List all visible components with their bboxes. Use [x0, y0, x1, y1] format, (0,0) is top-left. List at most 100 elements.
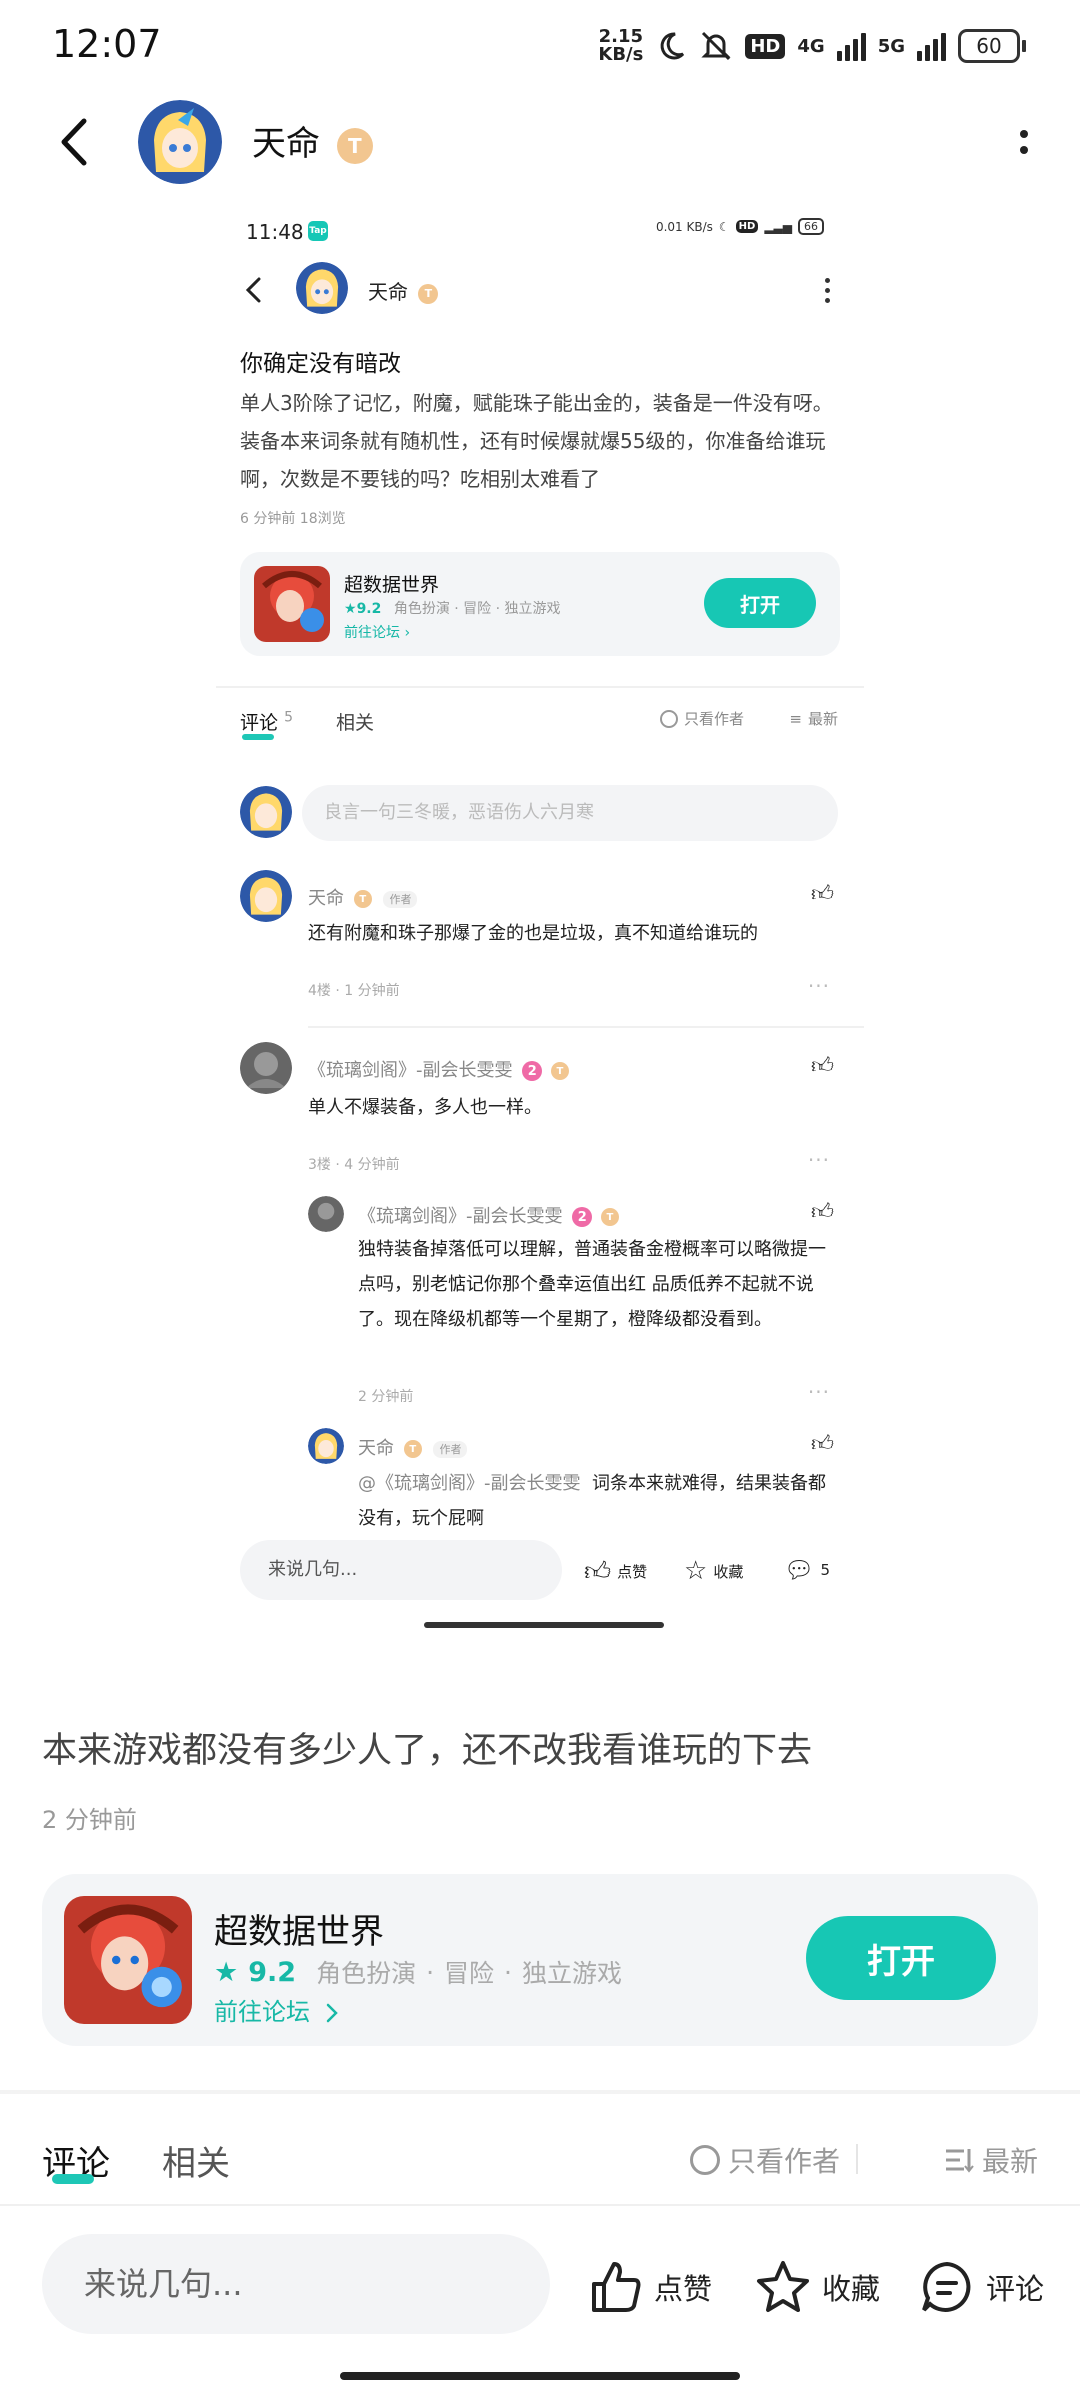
shot-user-badge-icon: T — [403, 1440, 422, 1458]
shot-back-icon — [244, 276, 264, 308]
shot-bottom-bar: 来说几句... 👍︎ 点赞 ☆ 收藏 💬︎ 5 — [216, 1528, 864, 1640]
shot-home-indicator — [424, 1622, 664, 1628]
top-header: 天命 T — [0, 92, 1080, 192]
sort-icon — [945, 2149, 974, 2173]
shot-reply-more-icon: ··· — [807, 1380, 830, 1404]
network-5g-label: 5G — [877, 35, 905, 57]
sort-button[interactable]: 最新 — [944, 2140, 1038, 2180]
comment-button[interactable]: 评论 — [918, 2258, 1044, 2316]
tab-related[interactable]: 相关 — [162, 2136, 230, 2185]
author-name[interactable]: 天命 T — [252, 116, 373, 165]
status-bar: 12:07 2.15 KB/s HD 4G 5G 60 — [0, 0, 1080, 92]
shot-comment-avatar — [240, 1042, 292, 1094]
shot-comment-action: 💬︎ 5 — [784, 1556, 831, 1584]
shot-reply-text: 独特装备掉落低可以理解，普通装备金橙概率可以略微提一点吗，别老惦记你那个叠幸运值… — [358, 1239, 826, 1330]
game-tag: 冒险 — [444, 1959, 495, 1988]
attached-screenshot[interactable]: 11:48 Tap 0.01 KB/s ☾ HD ▂▃▅ 66 天命 T 你确定… — [216, 200, 864, 1640]
shot-author-name: 天命 T — [368, 276, 439, 305]
battery-icon: 60 — [958, 29, 1026, 63]
shot-moon-icon: ☾ — [718, 219, 730, 234]
shot-comment-more-icon: ··· — [807, 1148, 830, 1172]
game-rating: 9.2 — [248, 1956, 297, 1988]
shot-like-icon: 👍︎ — [811, 1432, 834, 1457]
post-time: 2 分钟前 — [42, 1806, 137, 1834]
comment-input[interactable]: 来说几句... — [42, 2234, 550, 2334]
shot-avatar — [296, 262, 348, 314]
shot-reply-meta: 2 分钟前 — [358, 1389, 414, 1405]
shot-input-avatar — [240, 786, 292, 838]
section-divider — [0, 2090, 1080, 2094]
shot-battery-icon: 66 — [798, 218, 824, 235]
only-author-toggle[interactable]: 只看作者 — [689, 2140, 840, 2180]
signal-icon — [836, 31, 866, 61]
network-speed: 2.15 KB/s — [598, 26, 644, 65]
shot-reply-avatar — [308, 1428, 344, 1464]
shot-like-icon: 👍︎ — [811, 882, 834, 907]
shot-comment-text: 单人不爆装备，多人也一样。 — [308, 1097, 542, 1118]
shot-post-meta: 6 分钟前 18浏览 — [240, 511, 346, 527]
shot-user-badge-icon: T — [600, 1208, 619, 1226]
shot-comment-meta: 4楼 · 1 分钟前 — [308, 983, 400, 999]
shot-game-tags: ★9.2 角色扮演 · 冒险 · 独立游戏 — [344, 601, 561, 617]
game-tag: 角色扮演 — [316, 1959, 417, 1988]
like-button[interactable]: 点赞 — [586, 2258, 712, 2316]
shot-status-time: 11:48 — [246, 220, 304, 244]
open-game-button[interactable]: 打开 — [806, 1916, 996, 2000]
shot-comment-text: 还有附魔和珠子那爆了金的也是垃圾，真不知道给谁玩的 — [308, 923, 758, 944]
shot-signal-icon: ▂▃▅ — [764, 219, 792, 234]
shot-comment-avatar — [240, 870, 292, 922]
game-card[interactable]: 超数据世界 ★ 9.2 角色扮演 · 冒险 · 独立游戏 前往论坛 打开 — [42, 1874, 1038, 2046]
shot-comment-more-icon: ··· — [807, 974, 830, 998]
collect-button[interactable]: 收藏 — [754, 2258, 880, 2316]
network-4g-label: 4G — [797, 35, 825, 57]
shot-reply-text: @《琉璃剑阁》-副会长雯雯 词条本来就难得，结果装备都没有，玩个屁啊 — [358, 1473, 826, 1529]
shot-game-name: 超数据世界 — [344, 574, 440, 596]
game-name[interactable]: 超数据世界 — [214, 1904, 384, 1953]
shot-network-speed: 0.01 KB/s — [655, 219, 713, 234]
home-indicator — [340, 2372, 740, 2380]
comment-icon — [922, 2261, 971, 2312]
shot-tab-indicator — [242, 734, 274, 740]
avatar[interactable] — [138, 100, 222, 184]
game-icon[interactable] — [64, 1896, 192, 2024]
shot-level-badge: 2 — [572, 1207, 593, 1227]
shot-only-author: 只看作者 — [659, 708, 744, 729]
forum-link[interactable]: 前往论坛 — [214, 1992, 340, 2027]
chevron-left-icon — [61, 118, 87, 166]
shot-user-badge-icon: T — [418, 283, 439, 304]
shot-collect-action: ☆ 收藏 — [684, 1556, 744, 1586]
hd-badge: HD — [745, 33, 786, 59]
shot-tab-comment: 评论 5 — [240, 709, 293, 734]
shot-post-title: 你确定没有暗改 — [240, 351, 401, 377]
more-options-button[interactable] — [1004, 122, 1044, 162]
star-icon: ★ — [214, 1956, 239, 1988]
back-button[interactable] — [46, 114, 102, 170]
status-time: 12:07 — [52, 22, 162, 66]
game-tag: 独立游戏 — [522, 1959, 623, 1988]
shot-reply-name: 《琉璃剑阁》-副会长雯雯 2 T — [358, 1202, 619, 1228]
shot-like-action: 👍︎ 点赞 — [584, 1557, 648, 1587]
chevron-right-icon — [326, 2003, 338, 2023]
shot-open-button: 打开 — [704, 578, 816, 628]
shot-like-icon: 👍︎ — [811, 1200, 834, 1225]
shot-comment-name: 天命 T 作者 — [308, 884, 418, 910]
radio-icon — [689, 2145, 720, 2175]
shot-comment-divider — [308, 1026, 864, 1028]
shot-comment-name: 《琉璃剑阁》-副会长雯雯 2 T — [308, 1056, 569, 1082]
shot-reply-avatar — [308, 1196, 344, 1232]
shot-level-badge: 2 — [522, 1061, 543, 1081]
shot-like-icon: 👍︎ — [811, 1054, 834, 1079]
shot-hd-badge: HD — [735, 220, 759, 233]
taptap-icon: Tap — [308, 221, 328, 241]
shot-more-icon — [825, 278, 830, 303]
shot-user-badge-icon: T — [550, 1062, 569, 1080]
shot-forum-link: 前往论坛 › — [344, 625, 411, 641]
user-badge-icon: T — [336, 127, 373, 164]
shot-tab-related: 相关 — [336, 712, 375, 734]
moon-icon — [660, 32, 685, 60]
tab-separator — [856, 2144, 858, 2174]
shot-game-card: 超数据世界 ★9.2 角色扮演 · 冒险 · 独立游戏 前往论坛 › 打开 — [240, 552, 840, 656]
shot-reply-name: 天命 T 作者 — [358, 1434, 468, 1460]
bottom-bar-divider — [0, 2204, 1080, 2206]
shot-post-body: 单人3阶除了记忆，附魔，赋能珠子能出金的，装备是一件没有呀。装备本来词条就有随机… — [240, 391, 833, 491]
